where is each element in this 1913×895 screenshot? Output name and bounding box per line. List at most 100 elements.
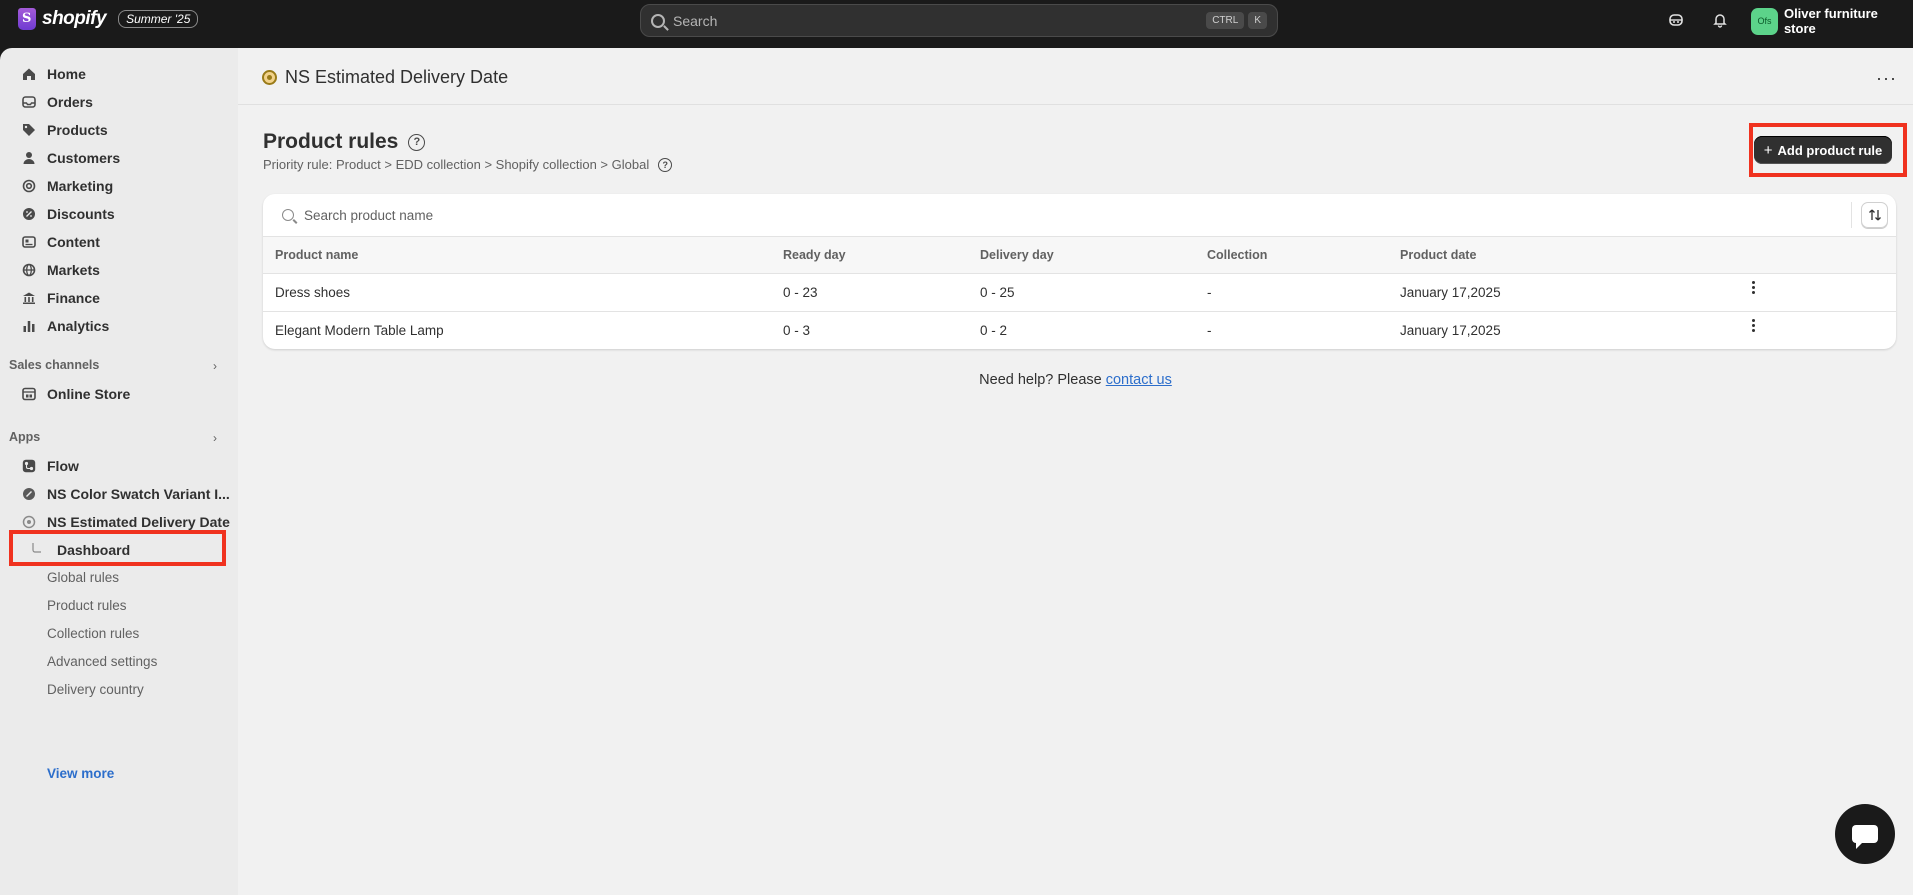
sort-button[interactable] [1861,202,1888,228]
column-header: Collection [1207,248,1268,262]
column-header: Product name [275,248,359,262]
inbox-icon [21,94,37,110]
column-header: Delivery day [980,248,1054,262]
sidebar-item-label: Finance [47,290,100,306]
sidebar-item-label: Online Store [47,386,131,402]
row-menu-icon[interactable] [1751,281,1755,294]
column-header: Ready day [783,248,846,262]
priority-rule-text: Priority rule: Product > EDD collection … [263,157,673,172]
person-icon [21,150,37,166]
chevron-right-icon[interactable]: › [213,431,217,445]
table-row[interactable]: Elegant Modern Table Lamp 0 - 3 0 - 2 - … [263,312,1896,349]
sidebar: Home Orders Products Customers Marketing… [0,48,238,895]
product-search-input[interactable]: Search product name [263,194,1896,237]
globe-icon [21,262,37,278]
sidebar-item-discounts[interactable]: Discounts [21,202,115,226]
kbd-k: K [1248,12,1267,29]
kbd-ctrl: CTRL [1206,12,1245,29]
cell-delivery-day: 0 - 25 [980,285,1015,300]
product-search-placeholder: Search product name [304,207,434,223]
help-text: Need help? Please [979,372,1102,388]
sidebar-app-color-swatch[interactable]: NS Color Swatch Variant I... [21,482,230,506]
content-icon [21,234,37,250]
sidebar-item-label: Products [47,122,108,138]
cell-collection: - [1207,323,1212,338]
sidebar-item-label: Content [47,234,100,250]
app-title: NS Estimated Delivery Date [262,67,508,88]
contact-us-link[interactable]: contact us [1106,372,1172,388]
sidebar-subitem-collection-rules[interactable]: Collection rules [47,626,139,641]
edition-badge[interactable]: Summer '25 [118,10,199,28]
sidebar-item-content[interactable]: Content [21,230,100,254]
sidebar-item-label: NS Estimated Delivery Date [47,514,230,530]
column-header: Product date [1400,248,1477,262]
sidebar-subitem-global-rules[interactable]: Global rules [47,570,119,585]
store-avatar: Ofs [1751,7,1778,35]
sidebar-item-label: NS Color Swatch Variant I... [47,486,230,502]
help-icon[interactable]: ? [658,157,673,172]
store-name: Oliver furniture store [1783,6,1878,36]
chat-icon [1852,825,1878,849]
apps-heading[interactable]: Apps [9,430,40,444]
delivery-app-icon [21,514,37,530]
sidebar-subitem-product-rules[interactable]: Product rules [47,598,127,613]
sidebar-item-customers[interactable]: Customers [21,146,120,170]
home-icon [21,66,37,82]
chevron-right-icon[interactable]: › [213,359,217,373]
cell-product-date: January 17,2025 [1400,323,1501,338]
page-title-text: Product rules [263,130,399,153]
sidebar-item-finance[interactable]: Finance [21,286,100,310]
view-more-link[interactable]: View more [47,766,114,781]
bell-icon[interactable] [1711,12,1729,30]
highlight-annotation [1749,123,1907,177]
delivery-app-icon [262,70,277,85]
help-icon[interactable]: ? [408,133,426,151]
sidebar-subitem-advanced-settings[interactable]: Advanced settings [47,654,157,669]
target-icon [21,178,37,194]
sidebar-item-online-store[interactable]: Online Store [21,382,130,406]
table-row[interactable]: Dress shoes 0 - 23 0 - 25 - January 17,2… [263,274,1896,312]
global-search-input[interactable]: Search CTRL K [640,4,1278,37]
main-content: NS Estimated Delivery Date ··· Product r… [238,48,1913,895]
chat-button[interactable] [1835,804,1895,864]
shopify-bag-icon [18,8,36,30]
search-placeholder: Search [673,12,718,29]
store-menu[interactable]: Ofs Oliver furniture store [1751,6,1913,36]
cell-product-date: January 17,2025 [1400,285,1501,300]
sidebar-item-label: Discounts [47,206,115,222]
sales-channels-heading[interactable]: Sales channels [9,358,99,372]
bar-chart-icon [21,318,37,334]
sidebar-item-marketing[interactable]: Marketing [21,174,113,198]
sidebar-item-orders[interactable]: Orders [21,90,93,114]
sidebar-item-markets[interactable]: Markets [21,258,100,282]
sidebar-item-products[interactable]: Products [21,118,108,142]
sort-icon [1868,209,1881,221]
product-rules-card: Search product name Product name Ready d… [263,194,1896,349]
cell-ready-day: 0 - 3 [783,323,811,338]
color-swatch-app-icon [21,486,37,502]
priority-rule-label: Priority rule: Product > EDD collection … [263,157,650,172]
store-icon [21,386,37,402]
page-title: Product rules ? [263,130,426,154]
sidekick-icon[interactable] [1667,12,1685,30]
app-title-bar: NS Estimated Delivery Date ··· [238,48,1913,105]
top-bar: shopify Summer '25 Search CTRL K Ofs Oli… [0,0,1913,48]
sidebar-item-home[interactable]: Home [21,62,86,86]
bank-icon [21,290,37,306]
cell-ready-day: 0 - 23 [783,285,818,300]
sidebar-item-label: Customers [47,150,121,166]
app-title-text: NS Estimated Delivery Date [285,67,509,87]
sidebar-app-flow[interactable]: Flow [21,454,79,478]
row-menu-icon[interactable] [1751,319,1755,332]
sidebar-item-label: Orders [47,94,93,110]
more-actions-icon[interactable]: ··· [1876,68,1897,89]
sidebar-item-label: Markets [47,262,100,278]
shopify-logo[interactable]: shopify Summer '25 [18,8,199,30]
sidebar-item-label: Marketing [47,178,114,194]
cell-product-name: Dress shoes [275,285,351,300]
sidebar-item-analytics[interactable]: Analytics [21,314,109,338]
sidebar-item-label: Analytics [47,318,110,334]
search-icon [282,209,294,221]
sidebar-subitem-delivery-country[interactable]: Delivery country [47,682,144,697]
flow-icon [21,458,37,474]
